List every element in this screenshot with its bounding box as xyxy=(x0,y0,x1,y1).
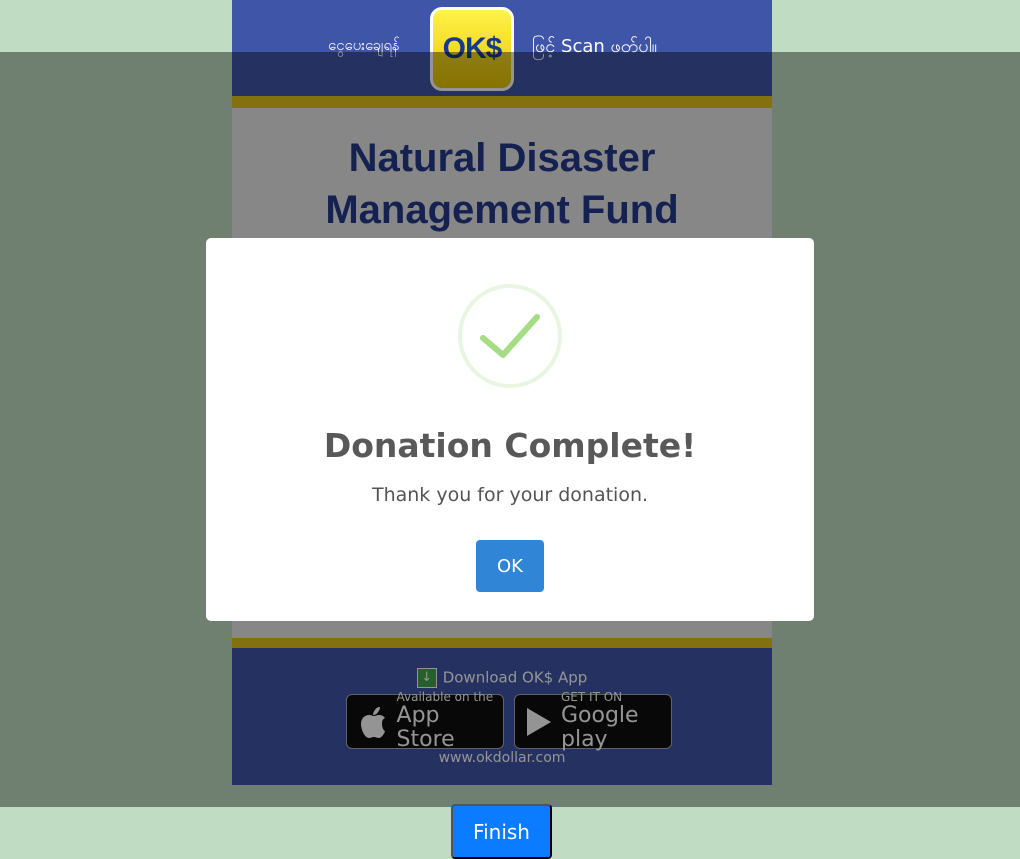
ok-button[interactable]: OK xyxy=(476,540,544,592)
dialog-title: Donation Complete! xyxy=(323,426,697,465)
success-check-icon xyxy=(458,284,562,388)
donation-success-dialog: Donation Complete! Thank you for your do… xyxy=(206,238,814,621)
dialog-message: Thank you for your donation. xyxy=(371,484,649,506)
finish-button[interactable]: Finish xyxy=(451,804,552,859)
